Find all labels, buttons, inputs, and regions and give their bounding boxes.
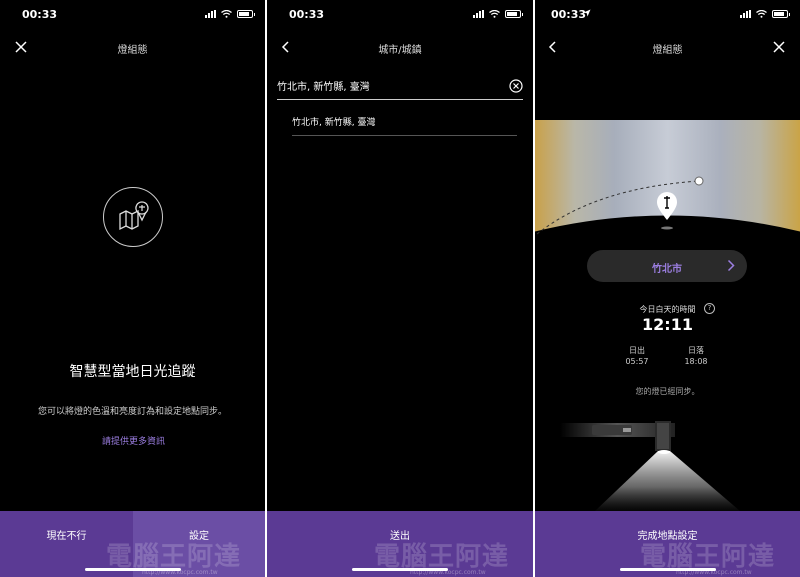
screen-daylight-sync: 00:33 燈組態 竹北市 今日白天的時間 ? 12:11 日出 05:57 日… [535, 0, 800, 577]
close-button[interactable] [770, 38, 788, 56]
sunrise-block: 日出 05:57 [607, 345, 667, 367]
wifi-icon [489, 10, 500, 18]
watermark-logo: 電腦王阿達 [640, 542, 776, 572]
nav-bar: 燈組態 [0, 36, 265, 58]
status-bar: 00:33 [535, 0, 800, 30]
city-selector-button[interactable]: 竹北市 [587, 250, 747, 282]
wifi-icon [221, 10, 232, 18]
battery-icon [237, 10, 255, 18]
status-time: 00:33 [551, 8, 587, 21]
nav-bar: 燈組態 [535, 36, 800, 58]
day-length-label: 今日白天的時間 [639, 305, 696, 314]
watermark-logo: 電腦王阿達 [106, 542, 242, 572]
help-icon[interactable]: ? [704, 303, 715, 314]
map-light-icon [103, 187, 163, 247]
watermark-url: http://www.kocpc.com.tw [410, 569, 486, 576]
status-time: 00:33 [22, 8, 58, 21]
lamp-illustration [560, 421, 740, 511]
status-time: 00:33 [289, 8, 325, 21]
page-title: 燈組態 [652, 45, 683, 56]
sync-status-text: 您的燈已經同步。 [635, 387, 700, 396]
feature-heading: 智慧型當地日光追蹤 [69, 364, 196, 380]
city-name: 竹北市 [652, 264, 682, 275]
battery-icon [772, 10, 790, 18]
battery-icon [505, 10, 523, 18]
watermark-url: http://www.kocpc.com.tw [676, 569, 752, 576]
sunset-block: 日落 18:08 [666, 345, 726, 367]
close-icon [773, 41, 785, 53]
screen-lamp-config-intro: 00:33 燈組態 智慧型當地日光追蹤 您可以將燈的色溫和亮度訂為和設定地點同步… [0, 0, 265, 577]
clear-circle-icon [509, 79, 523, 93]
page-title: 燈組態 [117, 45, 148, 56]
search-result-item[interactable]: 竹北市, 新竹縣, 臺灣 [292, 110, 517, 136]
watermark-logo: 電腦王阿達 [374, 542, 510, 572]
page-title: 城市/城鎮 [378, 45, 422, 56]
more-info-link[interactable]: 請提供更多資訊 [102, 435, 182, 450]
screen-city-search: 00:33 城市/城鎮 竹北市, 新竹縣, 臺灣 送出 [267, 0, 533, 577]
location-arrow-icon [583, 9, 591, 17]
chevron-right-icon [727, 259, 735, 272]
nav-bar: 城市/城鎮 [267, 36, 533, 58]
status-bar: 00:33 [0, 0, 265, 30]
feature-description: 您可以將燈的色溫和亮度訂為和設定地點同步。 [37, 407, 227, 417]
signal-icon [740, 10, 751, 18]
city-search-input[interactable] [277, 72, 487, 98]
signal-icon [473, 10, 484, 18]
wifi-icon [756, 10, 767, 18]
day-length-value: 12:11 [642, 315, 693, 334]
city-search-field[interactable] [277, 72, 523, 100]
sunrise-label: 日出 [629, 346, 645, 355]
daylight-arc-illustration [535, 120, 800, 240]
clear-search-button[interactable] [509, 78, 523, 93]
sunrise-time: 05:57 [625, 357, 649, 366]
status-bar: 00:33 [267, 0, 533, 30]
sunset-time: 18:08 [684, 357, 708, 366]
watermark-url: http://www.kocpc.com.tw [142, 569, 218, 576]
signal-icon [205, 10, 216, 18]
sunset-label: 日落 [688, 346, 704, 355]
